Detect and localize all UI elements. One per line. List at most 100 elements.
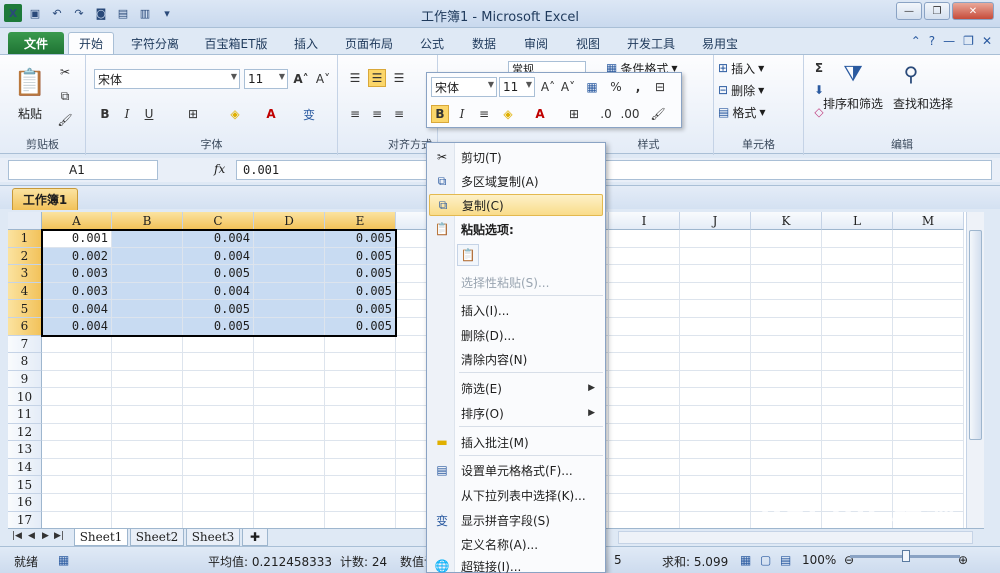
cell-m2[interactable] — [893, 247, 964, 266]
cell-j16[interactable] — [680, 494, 751, 512]
menu-item-filter[interactable]: 筛选(E) ▶ — [429, 377, 603, 399]
cell-e15[interactable] — [325, 476, 396, 494]
cell-k14[interactable] — [751, 458, 822, 477]
cell-b17[interactable] — [112, 511, 183, 528]
menu-item-paste-special[interactable]: 选择性粘贴(S)... — [429, 271, 603, 293]
cut-icon[interactable]: ✂ — [56, 63, 74, 81]
align-bottom-icon[interactable]: ☰ — [390, 69, 408, 87]
cell-a4[interactable]: 0.003 — [42, 282, 112, 301]
cell-i16[interactable] — [609, 494, 680, 512]
formula-input[interactable]: 0.001 — [236, 160, 992, 180]
cell-e2[interactable]: 0.005 — [325, 247, 396, 266]
cell-b16[interactable] — [112, 494, 183, 512]
cell-d8[interactable] — [254, 353, 325, 371]
cell-c6[interactable]: 0.005 — [183, 318, 254, 336]
font-name-combo[interactable]: 宋体 ▼ — [94, 69, 240, 89]
column-header-b[interactable]: B — [112, 212, 183, 230]
tab-view[interactable]: 视图 — [566, 32, 610, 54]
menu-item-pick-list[interactable]: 从下拉列表中选择(K)... — [429, 484, 603, 506]
cell-e14[interactable] — [325, 458, 396, 477]
tab-review[interactable]: 审阅 — [514, 32, 558, 54]
align-left-icon[interactable]: ≡ — [346, 105, 364, 123]
cell-m11[interactable] — [893, 406, 964, 424]
row-header-13[interactable]: 13 — [8, 441, 42, 459]
cell-e7[interactable] — [325, 335, 396, 354]
cell-l6[interactable] — [822, 318, 893, 336]
cell-e12[interactable] — [325, 423, 396, 442]
cell-a6[interactable]: 0.004 — [42, 318, 112, 336]
row-header-5[interactable]: 5 — [8, 300, 42, 318]
cell-d3[interactable] — [254, 265, 325, 283]
column-header-d[interactable]: D — [254, 212, 325, 230]
cell-e10[interactable] — [325, 388, 396, 406]
prev-sheet-icon[interactable]: ◀ — [28, 531, 35, 541]
cell-e6[interactable]: 0.005 — [325, 318, 396, 336]
paste-button[interactable]: 粘贴 — [10, 105, 50, 121]
cell-i11[interactable] — [609, 406, 680, 424]
vertical-scrollbar[interactable] — [966, 212, 984, 528]
tab-easy[interactable]: 易用宝 — [692, 32, 748, 54]
cell-i1[interactable] — [609, 230, 680, 248]
maximize-button[interactable]: ❐ — [924, 2, 950, 20]
cell-i15[interactable] — [609, 476, 680, 494]
tab-formulas[interactable]: 公式 — [410, 32, 454, 54]
menu-item-hyperlink[interactable]: 🌐 超链接(I)... — [429, 555, 603, 573]
cell-a15[interactable] — [42, 476, 112, 494]
shrink-font-icon[interactable]: A˅ — [314, 70, 332, 88]
cell-m4[interactable] — [893, 282, 964, 301]
mini-align-center-icon[interactable]: ≡ — [475, 105, 493, 123]
zoom-in-icon[interactable]: ⊕ — [958, 553, 968, 567]
cell-i8[interactable] — [609, 353, 680, 371]
cell-d17[interactable] — [254, 511, 325, 528]
name-box[interactable]: A1 — [8, 160, 158, 180]
help-icon[interactable]: ? — [929, 34, 935, 48]
cell-d2[interactable] — [254, 247, 325, 266]
row-header-9[interactable]: 9 — [8, 370, 42, 389]
cell-m13[interactable] — [893, 441, 964, 459]
cell-d5[interactable] — [254, 300, 325, 318]
cell-a14[interactable] — [42, 458, 112, 477]
first-sheet-icon[interactable]: |◀ — [12, 531, 22, 541]
cell-a13[interactable] — [42, 441, 112, 459]
cell-c12[interactable] — [183, 423, 254, 442]
menu-item-phonetic[interactable]: 变显示拼音字段(S) — [429, 509, 603, 531]
cell-k10[interactable] — [751, 388, 822, 406]
align-top-icon[interactable]: ☰ — [346, 69, 364, 87]
function-icon[interactable]: fx — [214, 162, 225, 176]
cell-l13[interactable] — [822, 441, 893, 459]
cell-e3[interactable]: 0.005 — [325, 265, 396, 283]
cell-m3[interactable] — [893, 265, 964, 283]
tab-home[interactable]: 开始 — [68, 32, 114, 54]
cell-j14[interactable] — [680, 458, 751, 477]
cell-a9[interactable] — [42, 370, 112, 389]
cell-e4[interactable]: 0.005 — [325, 282, 396, 301]
cell-c1[interactable]: 0.004 — [183, 230, 254, 248]
cell-l10[interactable] — [822, 388, 893, 406]
cell-l14[interactable] — [822, 458, 893, 477]
tab-file[interactable]: 文件 — [8, 32, 64, 54]
row-header-10[interactable]: 10 — [8, 388, 42, 406]
mini-bold-icon[interactable]: B — [431, 105, 449, 123]
mini-font-size-combo[interactable]: 11 ▼ — [499, 77, 535, 97]
align-center-icon[interactable]: ≡ — [368, 105, 386, 123]
cell-c8[interactable] — [183, 353, 254, 371]
copy-icon[interactable]: ⧉ — [56, 87, 74, 105]
align-right-icon[interactable]: ≡ — [390, 105, 408, 123]
row-header-4[interactable]: 4 — [8, 282, 42, 301]
cell-c13[interactable] — [183, 441, 254, 459]
menu-item-delete[interactable]: 删除(D)... — [429, 324, 603, 346]
underline-icon[interactable]: U — [140, 105, 158, 123]
cell-m1[interactable] — [893, 230, 964, 248]
cell-d6[interactable] — [254, 318, 325, 336]
italic-icon[interactable]: I — [118, 105, 136, 123]
sort-filter-icon[interactable]: ⧩ — [830, 59, 876, 89]
delete-cells-button[interactable]: ⊟ 删除 ▼ — [718, 81, 798, 99]
cell-d1[interactable] — [254, 230, 325, 248]
format-painter-icon[interactable]: 🖌 — [56, 111, 74, 129]
cell-k12[interactable] — [751, 423, 822, 442]
cell-m7[interactable] — [893, 335, 964, 354]
cell-e1[interactable]: 0.005 — [325, 230, 396, 248]
menu-item-insert[interactable]: 插入(I)... — [429, 299, 603, 321]
cell-e5[interactable]: 0.005 — [325, 300, 396, 318]
row-header-14[interactable]: 14 — [8, 458, 42, 477]
